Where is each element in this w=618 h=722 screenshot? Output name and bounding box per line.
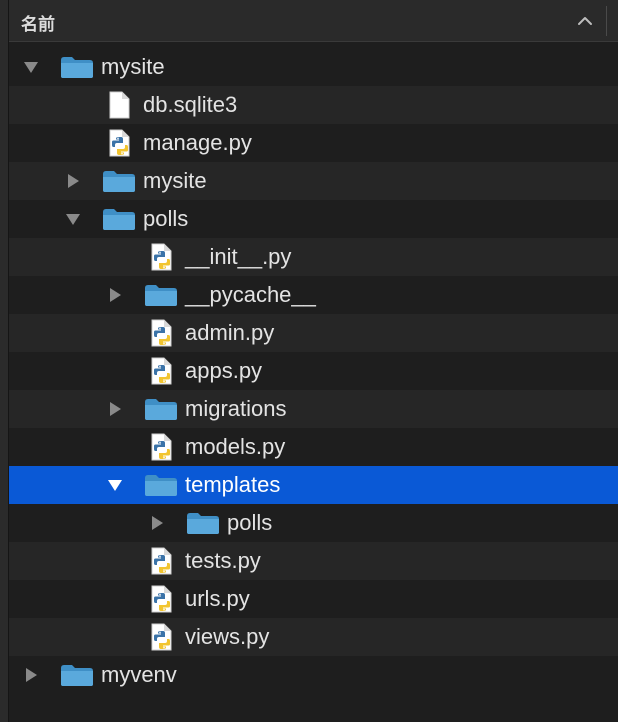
item-name: __pycache__	[185, 282, 316, 307]
item-name: manage.py	[143, 130, 252, 155]
disclosure-triangle-collapsed-icon[interactable]	[65, 173, 81, 189]
document-icon	[109, 91, 130, 119]
file-row[interactable]: apps.py	[9, 352, 618, 390]
file-row[interactable]: manage.py	[9, 124, 618, 162]
python-file-icon	[151, 243, 172, 271]
item-name: polls	[227, 510, 273, 535]
python-file-icon	[109, 129, 130, 157]
disclosure-triangle-collapsed-icon[interactable]	[107, 287, 123, 303]
item-name: models.py	[185, 434, 286, 459]
item-name: templates	[185, 472, 281, 497]
python-file-icon	[151, 357, 172, 385]
folder-icon	[61, 57, 93, 78]
item-name: db.sqlite3	[143, 92, 238, 117]
folder-icon	[187, 513, 219, 534]
sidebar-edge	[0, 0, 9, 722]
folder-icon	[103, 171, 135, 192]
finder-list-view: 名前 mysite db.sqlite3 manage.py mysite polls _…	[0, 0, 618, 722]
file-row[interactable]: admin.py	[9, 314, 618, 352]
folder-row[interactable]: polls	[9, 504, 618, 542]
folder-row[interactable]: mysite	[9, 162, 618, 200]
folder-row[interactable]: templates	[9, 466, 618, 504]
folder-row[interactable]: myvenv	[9, 656, 618, 694]
chevron-up-icon[interactable]	[575, 11, 595, 31]
folder-row[interactable]: mysite	[9, 48, 618, 86]
folder-icon	[61, 665, 93, 686]
item-name: mysite	[143, 168, 207, 193]
item-name: polls	[143, 206, 189, 231]
folder-icon	[145, 285, 177, 306]
folder-row[interactable]: migrations	[9, 390, 618, 428]
disclosure-triangle-collapsed-icon[interactable]	[23, 667, 39, 683]
folder-icon	[145, 399, 177, 420]
folder-row[interactable]: __pycache__	[9, 276, 618, 314]
item-name: apps.py	[185, 358, 263, 383]
file-row[interactable]: urls.py	[9, 580, 618, 618]
name-column-title: 名前	[21, 15, 55, 34]
python-file-icon	[151, 433, 172, 461]
python-file-icon	[151, 585, 172, 613]
item-name: urls.py	[185, 586, 250, 611]
disclosure-triangle-expanded-icon[interactable]	[23, 59, 39, 75]
column-header[interactable]: 名前	[9, 0, 618, 42]
folder-row[interactable]: polls	[9, 200, 618, 238]
disclosure-triangle-expanded-icon[interactable]	[65, 211, 81, 227]
file-row[interactable]: db.sqlite3	[9, 86, 618, 124]
file-row[interactable]: views.py	[9, 618, 618, 656]
disclosure-triangle-collapsed-icon[interactable]	[107, 401, 123, 417]
disclosure-triangle-expanded-icon[interactable]	[107, 477, 123, 493]
file-row[interactable]: tests.py	[9, 542, 618, 580]
python-file-icon	[151, 319, 172, 347]
python-file-icon	[151, 623, 172, 651]
python-file-icon	[151, 547, 172, 575]
item-name: admin.py	[185, 320, 275, 345]
file-row[interactable]: __init__.py	[9, 238, 618, 276]
item-name: __init__.py	[185, 244, 292, 269]
item-name: views.py	[185, 624, 270, 649]
folder-icon	[145, 475, 177, 496]
file-row[interactable]: models.py	[9, 428, 618, 466]
item-name: myvenv	[101, 662, 177, 687]
item-name: mysite	[101, 54, 165, 79]
item-name: tests.py	[185, 548, 261, 573]
file-tree: mysite db.sqlite3 manage.py mysite polls __in…	[9, 48, 618, 694]
column-divider[interactable]	[606, 6, 607, 36]
disclosure-triangle-collapsed-icon[interactable]	[149, 515, 165, 531]
folder-icon	[103, 209, 135, 230]
item-name: migrations	[185, 396, 287, 421]
